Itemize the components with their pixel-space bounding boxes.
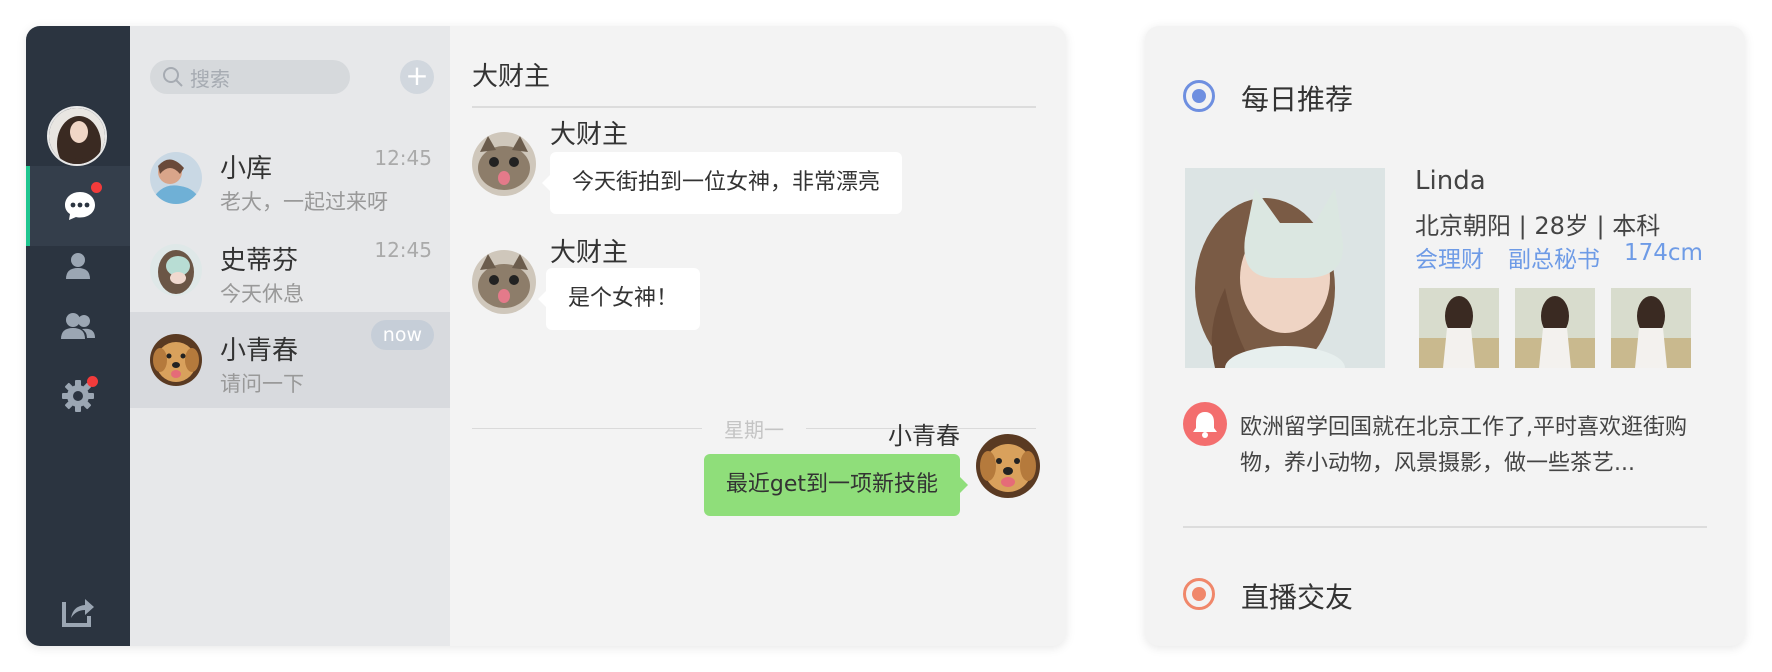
contact-time: 12:45 — [374, 146, 432, 170]
search-placeholder: 搜索 — [190, 66, 230, 91]
contact-icon — [66, 253, 90, 279]
unread-dot — [91, 182, 102, 193]
bell-icon — [1193, 412, 1217, 438]
message-sender: 小青春 — [888, 422, 960, 450]
message-bubble[interactable]: 今天街拍到一位女神，非常漂亮 — [541, 152, 903, 214]
chat-window: 搜索 + 小库 老大，一起过来呀 12:45 史蒂芬 今天休息 12:45 小青… — [26, 26, 1066, 646]
search-input[interactable]: 搜索 — [150, 60, 350, 94]
contact-item-xiaoku[interactable]: 小库 老大，一起过来呀 12:45 — [130, 130, 450, 226]
avatar — [150, 244, 202, 296]
photo-thumbnails — [1419, 288, 1691, 368]
contact-name: 小青春 — [220, 336, 299, 366]
profile-tags: 会理财 副总秘书 174cm — [1415, 240, 1703, 274]
nav-settings[interactable] — [26, 356, 130, 436]
daily-title: 每日推荐 — [1241, 83, 1354, 116]
group-icon — [61, 313, 95, 339]
contact-name: 小库 — [220, 154, 273, 184]
contact-time: 12:45 — [374, 238, 432, 262]
thumbnail[interactable] — [1515, 288, 1595, 368]
contact-preview: 请问一下 — [220, 372, 304, 396]
search-icon — [163, 67, 183, 87]
avatar-kitten[interactable] — [472, 132, 536, 196]
nav-groups[interactable] — [26, 286, 130, 366]
message-sender: 大财主 — [550, 120, 629, 150]
radio-dot — [1192, 587, 1206, 601]
avatar-kitten[interactable] — [472, 250, 536, 314]
avatar — [150, 152, 202, 204]
avatar — [150, 334, 202, 386]
chat-icon — [65, 192, 95, 220]
radio-dot — [1192, 89, 1206, 103]
contact-preview: 老大，一起过来呀 — [220, 190, 388, 214]
profile-description: 欧洲留学回国就在北京工作了,平时喜欢逛街购物，养小动物，风景摄影，做一些茶艺..… — [1240, 415, 1687, 476]
thumbnail[interactable] — [1611, 288, 1691, 368]
contact-list-panel: 搜索 + 小库 老大，一起过来呀 12:45 史蒂芬 今天休息 12:45 小青… — [130, 26, 450, 646]
contact-item-stephen[interactable]: 史蒂芬 今天休息 12:45 — [130, 222, 450, 318]
chat-title: 大财主 — [472, 62, 551, 92]
status-badge: now — [370, 320, 434, 350]
profile-tag[interactable]: 174cm — [1624, 240, 1703, 274]
profile-info: 北京朝阳 | 28岁 | 本科 — [1415, 212, 1661, 240]
divider — [1183, 526, 1707, 528]
settings-dot — [87, 376, 98, 387]
nav-rail — [26, 26, 130, 646]
avatar-dog[interactable] — [976, 434, 1040, 498]
message-bubble[interactable]: 是个女神！ — [537, 268, 701, 330]
recommend-card: 每日推荐 Linda 北京朝阳 | 28岁 | 本科 会理财 副总秘书 174c… — [1145, 26, 1745, 646]
profile-name: Linda — [1415, 166, 1486, 196]
contact-name: 史蒂芬 — [220, 246, 299, 276]
chat-pane: 大财主 大财主 今天街拍到一位女神，非常漂亮 大财主 是个女神！ 星期一 小青春… — [450, 26, 1066, 646]
live-title: 直播交友 — [1241, 581, 1354, 614]
add-contact-button[interactable]: + — [400, 60, 434, 94]
contact-item-xiaoqingchun[interactable]: 小青春 请问一下 now — [130, 312, 450, 408]
notice-bell — [1183, 402, 1227, 446]
live-radio[interactable] — [1183, 578, 1215, 610]
profile-tag[interactable]: 会理财 — [1415, 240, 1484, 274]
my-avatar[interactable] — [47, 106, 107, 166]
nav-logout[interactable] — [26, 586, 130, 636]
divider — [472, 106, 1036, 108]
contact-preview: 今天休息 — [220, 282, 304, 306]
profile-tag[interactable]: 副总秘书 — [1508, 240, 1600, 274]
profile-photo[interactable] — [1185, 168, 1385, 368]
logout-icon — [62, 599, 94, 627]
daily-radio[interactable] — [1183, 80, 1215, 112]
message-bubble-sent[interactable]: 最近get到一项新技能 — [703, 454, 969, 516]
thumbnail[interactable] — [1419, 288, 1499, 368]
message-sender: 大财主 — [550, 238, 629, 268]
